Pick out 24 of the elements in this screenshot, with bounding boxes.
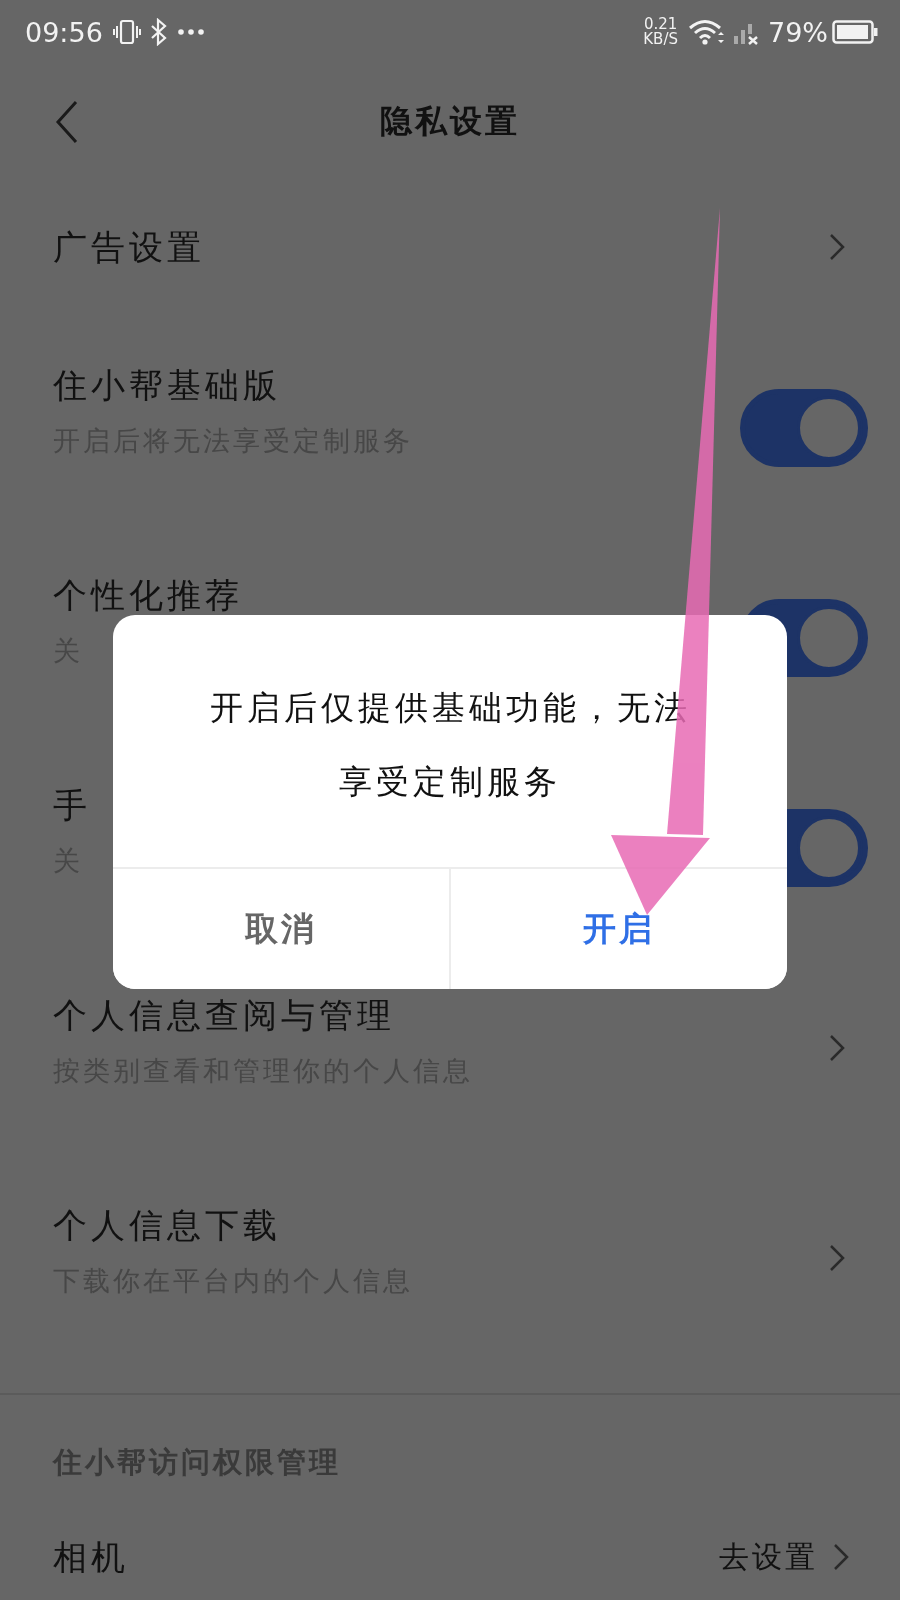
- battery-level: 79%: [768, 16, 828, 48]
- chevron-right-icon: [828, 1243, 846, 1273]
- chevron-right-icon: [828, 1033, 846, 1063]
- go-settings-link[interactable]: 去设置: [719, 1536, 818, 1578]
- chevron-right-icon: [832, 1542, 850, 1572]
- chevron-right-icon: [828, 231, 846, 262]
- vibrate-icon: [112, 18, 141, 46]
- network-speed: 0.21: [643, 17, 678, 32]
- setting-title: 个性化推荐: [53, 574, 243, 617]
- setting-title: 手: [53, 784, 91, 827]
- setting-title[interactable]: 个人信息查阅与管理: [53, 993, 395, 1037]
- dialog-message: 开启后仅提供基础功能，无法享受定制服务: [209, 688, 691, 801]
- confirm-button[interactable]: 开启: [449, 869, 787, 989]
- wifi-icon: [688, 18, 724, 46]
- back-icon[interactable]: [55, 100, 79, 144]
- setting-title[interactable]: 广告设置: [53, 224, 205, 269]
- page-title: 隐私设置: [380, 101, 520, 142]
- setting-title[interactable]: 个人信息下载: [53, 1203, 281, 1247]
- battery-icon: [832, 19, 878, 45]
- setting-title[interactable]: 相机: [53, 1535, 719, 1579]
- speed-unit: KB/S: [643, 32, 678, 47]
- setting-title: 住小帮基础版: [53, 364, 281, 407]
- more-icon: [176, 28, 205, 36]
- clock: 09:56: [25, 16, 103, 48]
